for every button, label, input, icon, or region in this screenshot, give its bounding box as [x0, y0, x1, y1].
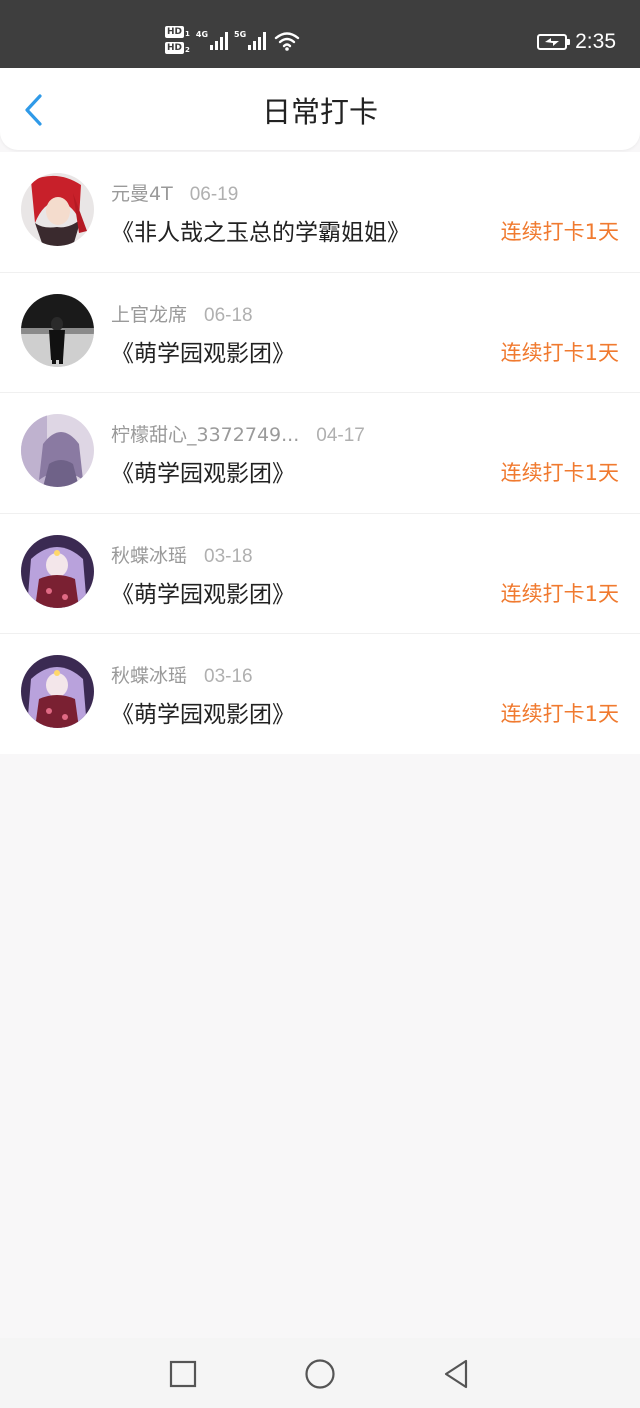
checkin-date: 03-16 [204, 666, 253, 688]
hd-indicator-sim2: HD 2 [165, 42, 190, 54]
checkin-row[interactable]: 秋蝶冰瑶 03-16 《萌学园观影团》 连续打卡1天 [0, 633, 640, 754]
system-nav-bar [0, 1338, 640, 1408]
page-title: 日常打卡 [261, 95, 378, 129]
sim-index: 2 [185, 46, 190, 54]
signal-bars-icon [248, 30, 267, 50]
checkin-row[interactable]: 秋蝶冰瑶 03-18 《萌学园观影团》 连续打卡1天 [0, 512, 640, 634]
checkin-date: 06-18 [204, 304, 253, 326]
avatar[interactable] [21, 655, 94, 729]
group-name[interactable]: 《萌学园观影团》 [111, 575, 295, 609]
streak-label: 连续打卡1天 [500, 461, 619, 486]
streak-label: 连续打卡1天 [500, 702, 619, 727]
group-name[interactable]: 《非人哉之玉总的学霸姐姐》 [111, 213, 410, 247]
hd-indicator-sim1: HD 1 [165, 26, 190, 38]
checkin-meta: 柠檬甜心_3372749... 04-17 [111, 420, 365, 447]
streak-label: 连续打卡1天 [500, 581, 619, 606]
group-name[interactable]: 《萌学园观影团》 [111, 334, 295, 368]
avatar[interactable] [21, 414, 94, 488]
circle-icon [305, 1359, 335, 1389]
clock: 2:35 [575, 30, 616, 53]
avatar[interactable] [21, 293, 94, 367]
username[interactable]: 上官龙席 [111, 300, 187, 327]
username[interactable]: 柠檬甜心_3372749... [111, 420, 299, 447]
username[interactable]: 秋蝶冰瑶 [111, 541, 187, 568]
battery-charging-icon [537, 34, 571, 50]
username[interactable]: 元曼4T [111, 179, 173, 206]
network-sim2: 5G [234, 30, 267, 50]
username[interactable]: 秋蝶冰瑶 [111, 661, 187, 688]
hd-label: HD [165, 42, 185, 54]
checkin-row[interactable]: 柠檬甜心_3372749... 04-17 《萌学园观影团》 连续打卡1天 [0, 392, 640, 513]
group-name[interactable]: 《萌学园观影团》 [111, 695, 295, 729]
status-right: 2:35 [537, 30, 616, 54]
group-name[interactable]: 《萌学园观影团》 [111, 454, 295, 488]
avatar[interactable] [21, 534, 94, 608]
network-sim1: 4G [195, 30, 229, 50]
streak-label: 连续打卡1天 [500, 340, 619, 365]
checkin-date: 04-17 [316, 425, 365, 447]
nav-back-button[interactable] [436, 1354, 476, 1394]
wifi-icon [274, 30, 300, 56]
hd-indicators: HD 1 HD 2 [165, 26, 190, 54]
header: 日常打卡 [0, 68, 640, 150]
avatar[interactable] [21, 173, 94, 246]
network-type-label: 4G [195, 30, 209, 39]
triangle-left-icon [444, 1359, 468, 1389]
home-button[interactable] [300, 1354, 340, 1394]
status-bar: HD 1 HD 2 4G 5G 2:35 [0, 0, 640, 68]
recent-apps-button[interactable] [163, 1354, 203, 1394]
checkin-row[interactable]: 上官龙席 06-18 《萌学园观影团》 连续打卡1天 [0, 271, 640, 393]
checkin-meta: 秋蝶冰瑶 03-16 [111, 661, 253, 688]
sim-index: 1 [185, 30, 190, 38]
hd-label: HD [165, 26, 185, 38]
signal-indicators: HD 1 HD 2 4G 5G [165, 26, 300, 64]
streak-label: 连续打卡1天 [500, 220, 619, 244]
checkin-date: 03-18 [204, 545, 253, 567]
checkin-list: 元曼4T 06-19 《非人哉之玉总的学霸姐姐》 连续打卡1天 上官龙席 06-… [0, 152, 640, 754]
checkin-meta: 上官龙席 06-18 [111, 300, 253, 327]
signal-bars-icon [210, 30, 229, 50]
square-icon [169, 1360, 197, 1388]
checkin-meta: 秋蝶冰瑶 03-18 [111, 541, 253, 568]
network-type-label: 5G [234, 30, 247, 39]
checkin-meta: 元曼4T 06-19 [111, 179, 238, 206]
checkin-row[interactable]: 元曼4T 06-19 《非人哉之玉总的学霸姐姐》 连续打卡1天 [0, 152, 640, 272]
checkin-date: 06-19 [189, 184, 239, 205]
